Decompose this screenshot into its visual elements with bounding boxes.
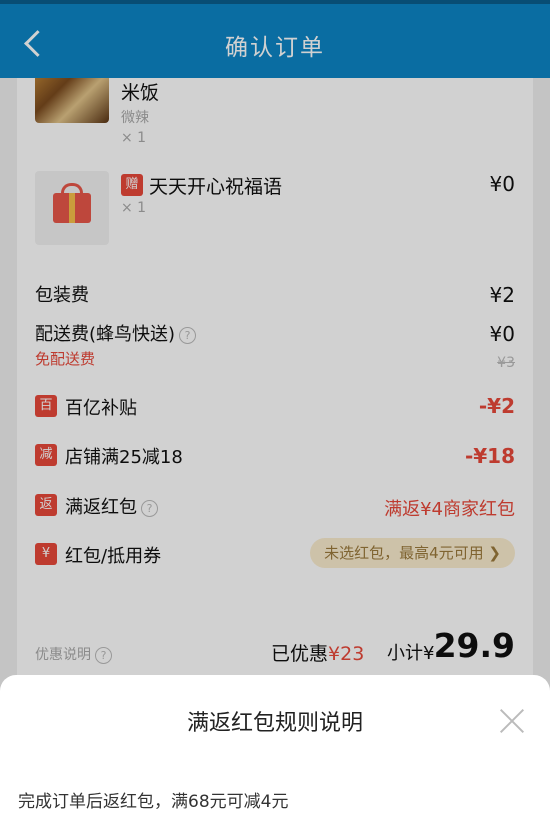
packing-fee-value: ¥2: [489, 283, 515, 307]
order-card: 米饭 微辣 × 1 赠 天天开心祝福语 × 1 ¥0 包装费 ¥2 配送费(蜂鸟…: [17, 78, 533, 688]
saved-label: 已优惠: [271, 643, 329, 665]
gift-item-name: 天天开心祝福语: [149, 176, 283, 198]
subsidy-value: -¥2: [478, 394, 515, 418]
delivery-fee-text: 配送费(蜂鸟快送): [35, 324, 176, 345]
cashback-icon: 返: [35, 494, 57, 516]
saved-amount: 已优惠¥23: [271, 639, 364, 666]
gift-thumbnail: [35, 171, 109, 245]
cashback-text: 满返红包: [65, 497, 137, 518]
header-bar: 确认订单: [0, 0, 550, 78]
subsidy-label: 百亿补贴: [65, 398, 137, 419]
gift-item-price: ¥0: [489, 172, 515, 196]
coupon-select-button[interactable]: 未选红包，最高4元可用 ❯: [310, 538, 515, 568]
food-thumbnail: [35, 78, 109, 123]
free-delivery-label: 免配送费: [35, 350, 96, 368]
subsidy-icon: 百: [35, 395, 57, 417]
delivery-fee-label: 配送费(蜂鸟快送)?: [35, 320, 197, 346]
page-title: 确认订单: [225, 35, 325, 61]
store-discount-value: -¥18: [464, 444, 515, 468]
coupon-icon: ¥: [35, 543, 57, 565]
original-delivery-fee: ¥3: [497, 355, 515, 371]
help-icon[interactable]: ?: [95, 646, 112, 664]
item-spec: 微辣: [121, 110, 149, 126]
sheet-title: 满返红包规则说明: [186, 711, 363, 736]
rules-bottom-sheet: 满返红包规则说明 完成订单后返红包，满68元可减4元: [0, 675, 550, 827]
gift-box-icon: [53, 193, 91, 223]
subtotal-value: 29.9: [433, 626, 515, 665]
discount-note-text: 优惠说明: [35, 647, 91, 663]
packing-fee-label: 包装费: [35, 285, 89, 306]
item-name: 米饭: [121, 82, 160, 104]
saved-value: ¥23: [328, 643, 365, 665]
store-discount-label: 店铺满25减18: [65, 447, 183, 468]
sheet-body: 完成订单后返红包，满68元可减4元: [18, 792, 289, 812]
coupon-label: 红包/抵用券: [65, 546, 162, 567]
help-icon[interactable]: ?: [179, 326, 197, 344]
delivery-fee-value: ¥0: [489, 322, 515, 346]
subtotal-label: 小计¥: [387, 643, 435, 664]
close-icon[interactable]: [498, 707, 526, 735]
gift-item-qty: × 1: [121, 200, 147, 216]
help-icon[interactable]: ?: [141, 499, 158, 517]
discount-note[interactable]: 优惠说明?: [35, 644, 112, 664]
store-discount-icon: 减: [35, 444, 57, 466]
cashback-label: 满返红包?: [65, 493, 158, 519]
gift-badge: 赠: [121, 174, 143, 196]
cashback-value: 满返¥4商家红包: [384, 499, 515, 520]
item-qty: × 1: [121, 130, 147, 146]
